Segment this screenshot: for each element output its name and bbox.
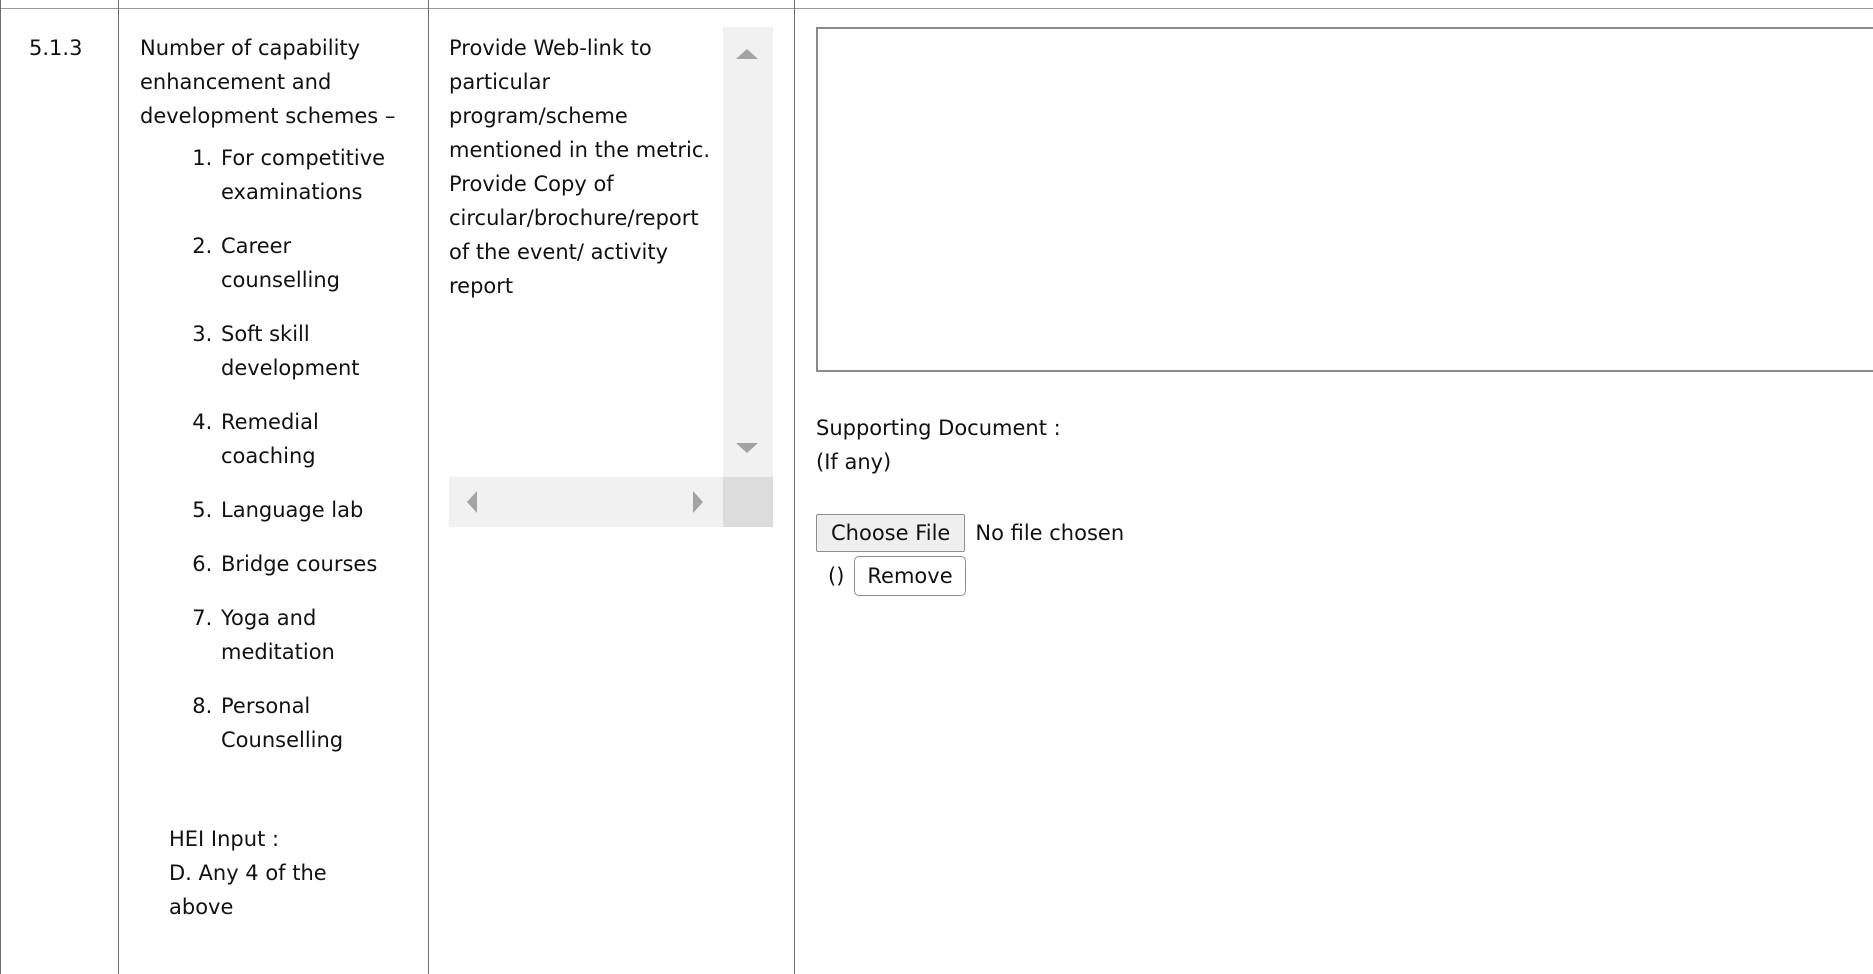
documents-scroll-box[interactable]: Provide Web-link to particular program/s…: [449, 27, 773, 527]
file-status-text: No file chosen: [975, 521, 1125, 545]
scrollbar-corner: [723, 477, 773, 527]
hei-input-value: D. Any 4 of the above: [169, 861, 327, 919]
metric-option-item: Personal Counselling: [219, 689, 400, 757]
uploaded-file-name: (): [828, 564, 845, 588]
scroll-left-arrow-icon[interactable]: [467, 491, 477, 513]
metric-description: Number of capability enhancement and dev…: [140, 31, 400, 777]
table-border-left: [0, 0, 1, 974]
metric-options-list: For competitive examinations Career couns…: [140, 141, 400, 757]
column-divider-2: [428, 0, 429, 974]
metric-option-item: For competitive examinations: [219, 141, 400, 209]
hei-input-label: HEI Input :: [169, 827, 280, 851]
hei-input: HEI Input : D. Any 4 of the above: [169, 822, 369, 924]
supporting-document-section: Supporting Document : (If any): [816, 411, 1061, 479]
column-divider-3: [794, 0, 795, 974]
metric-heading: Number of capability enhancement and dev…: [140, 36, 396, 128]
vertical-scrollbar[interactable]: [723, 27, 773, 477]
uploaded-file-row: () Remove: [828, 556, 966, 596]
metric-option-item: Soft skill development: [219, 317, 400, 385]
documents-required-text: Provide Web-link to particular program/s…: [449, 36, 711, 298]
file-input[interactable]: Choose File No file chosen: [816, 514, 1124, 552]
supporting-document-label: Supporting Document :: [816, 416, 1061, 440]
column-divider-1: [118, 0, 119, 974]
metric-option-item: Bridge courses: [219, 547, 400, 581]
horizontal-scrollbar[interactable]: [449, 477, 723, 527]
metric-option-item: Remedial coaching: [219, 405, 400, 473]
metric-option-item: Language lab: [219, 493, 400, 527]
scroll-up-arrow-icon[interactable]: [736, 49, 758, 59]
remove-file-button[interactable]: Remove: [854, 556, 966, 596]
scroll-down-arrow-icon[interactable]: [736, 443, 758, 453]
table-top-border: [0, 8, 1873, 9]
metric-option-item: Yoga and meditation: [219, 601, 400, 669]
response-textarea[interactable]: [816, 27, 1873, 372]
scroll-right-arrow-icon[interactable]: [693, 491, 703, 513]
metric-number: 5.1.3: [29, 36, 83, 60]
choose-file-button[interactable]: Choose File: [816, 514, 966, 552]
supporting-document-note: (If any): [816, 450, 892, 474]
metric-option-item: Career counselling: [219, 229, 400, 297]
